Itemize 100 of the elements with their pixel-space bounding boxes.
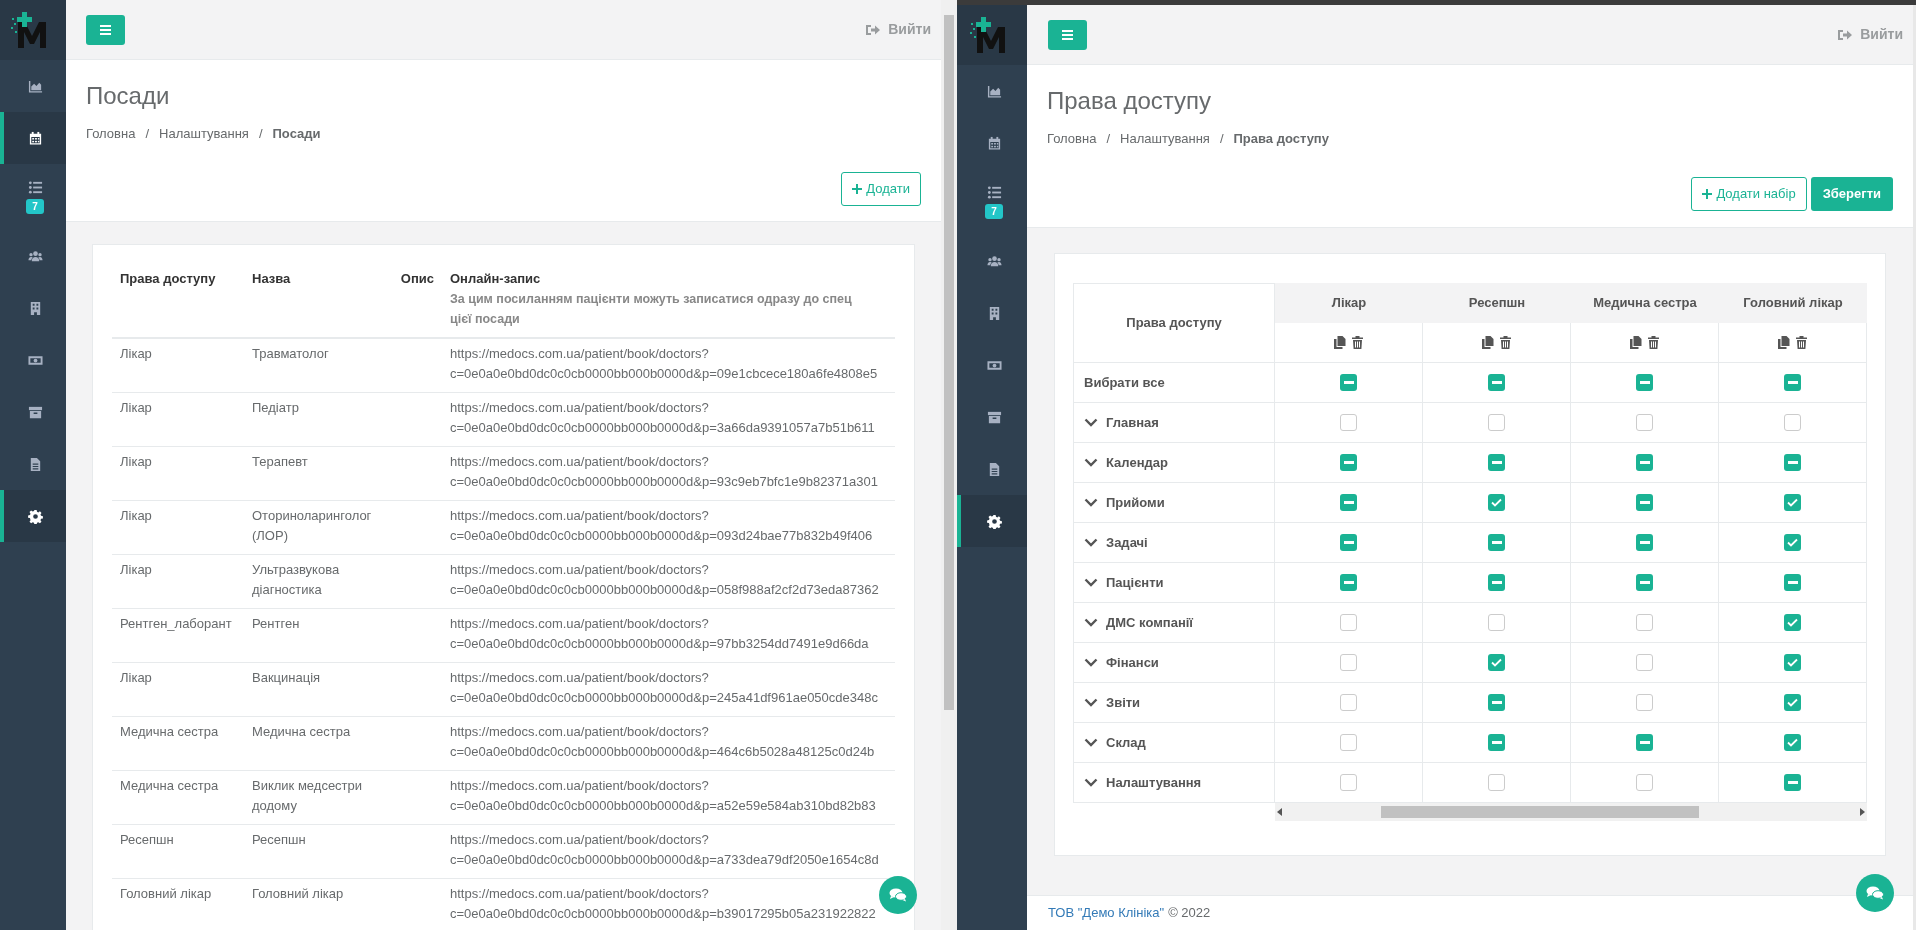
scrollbar[interactable] — [941, 0, 957, 930]
checkbox[interactable] — [1784, 614, 1801, 631]
sidebar-item[interactable] — [957, 495, 1027, 547]
scroll-right-icon[interactable] — [1859, 808, 1865, 816]
add-button[interactable]: Додати — [841, 171, 921, 206]
checkbox[interactable] — [1340, 494, 1357, 511]
checkbox[interactable] — [1488, 454, 1505, 471]
chat-icon — [1866, 886, 1884, 900]
chevron-down-icon[interactable] — [1084, 418, 1098, 427]
chevron-down-icon[interactable] — [1084, 698, 1098, 707]
checkbox[interactable] — [1340, 654, 1357, 671]
checkbox[interactable] — [1784, 574, 1801, 591]
checkbox[interactable] — [1340, 534, 1357, 551]
checkbox[interactable] — [1488, 374, 1505, 391]
checkbox[interactable] — [1784, 694, 1801, 711]
checkbox[interactable] — [1488, 734, 1505, 751]
sidebar-item[interactable] — [0, 112, 66, 164]
checkbox[interactable] — [1488, 494, 1505, 511]
chevron-down-icon[interactable] — [1084, 778, 1098, 787]
checkbox[interactable] — [1340, 734, 1357, 751]
checkbox[interactable] — [1784, 494, 1801, 511]
checkbox[interactable] — [1636, 654, 1653, 671]
checkbox[interactable] — [1636, 454, 1653, 471]
chat-button[interactable] — [1856, 874, 1894, 912]
breadcrumb-link[interactable]: Налаштування — [159, 124, 249, 144]
column-header: Права доступу — [1073, 283, 1275, 363]
chart-icon — [986, 83, 1002, 99]
chevron-down-icon[interactable] — [1084, 498, 1098, 507]
trash-icon[interactable] — [1500, 336, 1511, 349]
count-badge: 7 — [26, 199, 44, 214]
table-cell-text: c=0e0a0e0bd0dc0c0cb0000bb000b0000d&p=093d24bae77b832b49f406 — [450, 526, 873, 545]
breadcrumb-link[interactable]: Налаштування — [1120, 129, 1210, 149]
checkbox[interactable] — [1636, 614, 1653, 631]
trash-icon[interactable] — [1796, 336, 1807, 349]
sidebar-item[interactable] — [0, 490, 66, 542]
copy-icon[interactable] — [1334, 336, 1346, 349]
checkbox[interactable] — [1488, 774, 1505, 791]
checkbox[interactable] — [1636, 694, 1653, 711]
checkbox[interactable] — [1636, 774, 1653, 791]
table-cell-text: https://medocs.com.ua/patient/book/doctors? — [450, 398, 709, 417]
checkbox[interactable] — [1636, 494, 1653, 511]
checkbox[interactable] — [1784, 534, 1801, 551]
checkbox[interactable] — [1340, 774, 1357, 791]
copy-icon[interactable] — [1630, 336, 1642, 349]
table-cell-text: https://medocs.com.ua/patient/book/doctors? — [450, 722, 709, 741]
table-cell-text: Лікар — [119, 344, 153, 363]
trash-icon[interactable] — [1352, 336, 1363, 349]
add-set-button[interactable]: Додати набір — [1691, 176, 1807, 211]
checkbox[interactable] — [1488, 534, 1505, 551]
checkbox[interactable] — [1488, 654, 1505, 671]
checkbox[interactable] — [1488, 694, 1505, 711]
chevron-down-icon[interactable] — [1084, 738, 1098, 747]
table-cell-text: Рентген — [251, 614, 301, 633]
chevron-down-icon[interactable] — [1084, 458, 1098, 467]
checkbox[interactable] — [1636, 734, 1653, 751]
checkbox[interactable] — [1636, 534, 1653, 551]
settings-icon — [27, 508, 43, 524]
breadcrumb-link[interactable]: Головна — [86, 124, 136, 144]
chevron-down-icon[interactable] — [1084, 658, 1098, 667]
checkbox[interactable] — [1784, 734, 1801, 751]
checkbox[interactable] — [1784, 454, 1801, 471]
checkbox[interactable] — [1636, 574, 1653, 591]
copy-icon[interactable] — [1778, 336, 1790, 349]
chevron-down-icon[interactable] — [1084, 538, 1098, 547]
plus-icon — [852, 183, 863, 194]
checkbox[interactable] — [1340, 414, 1357, 431]
table-cell-text: c=0e0a0e0bd0dc0c0cb0000bb000b0000d&p=97bb3254dd7491e9d66da — [450, 634, 869, 653]
checkbox[interactable] — [1340, 454, 1357, 471]
chevron-down-icon[interactable] — [1084, 578, 1098, 587]
checkbox[interactable] — [1488, 614, 1505, 631]
logout-link[interactable]: Вийти — [1838, 24, 1903, 45]
copy-icon[interactable] — [1482, 336, 1494, 349]
table-cell-text: Лікар — [119, 668, 153, 687]
checkbox[interactable] — [1488, 414, 1505, 431]
menu-button[interactable] — [86, 14, 125, 45]
column-header: Назва — [251, 270, 292, 288]
checkbox[interactable] — [1784, 374, 1801, 391]
checkbox[interactable] — [1340, 374, 1357, 391]
logout-link[interactable]: Вийти — [866, 19, 931, 40]
checkbox[interactable] — [1340, 694, 1357, 711]
trash-icon[interactable] — [1648, 336, 1659, 349]
horizontal-scrollbar[interactable] — [1275, 803, 1867, 821]
breadcrumb-link[interactable]: Головна — [1047, 129, 1097, 149]
checkbox[interactable] — [1340, 574, 1357, 591]
checkbox[interactable] — [1636, 374, 1653, 391]
scroll-left-icon[interactable] — [1277, 808, 1283, 816]
checkbox[interactable] — [1784, 774, 1801, 791]
menu-button[interactable] — [1048, 19, 1087, 50]
column-header: Медична сестра — [1571, 283, 1719, 323]
sidebar-item[interactable]: 7 — [957, 169, 1027, 235]
checkbox[interactable] — [1784, 414, 1801, 431]
checkbox[interactable] — [1636, 414, 1653, 431]
sidebar-item[interactable]: 7 — [0, 164, 66, 230]
menu-icon — [1062, 29, 1073, 40]
company-link[interactable]: ТОВ "Демо Клініка" — [1048, 903, 1165, 923]
checkbox[interactable] — [1784, 654, 1801, 671]
chevron-down-icon[interactable] — [1084, 618, 1098, 627]
save-button[interactable]: Зберегти — [1810, 176, 1893, 211]
checkbox[interactable] — [1340, 614, 1357, 631]
checkbox[interactable] — [1488, 574, 1505, 591]
